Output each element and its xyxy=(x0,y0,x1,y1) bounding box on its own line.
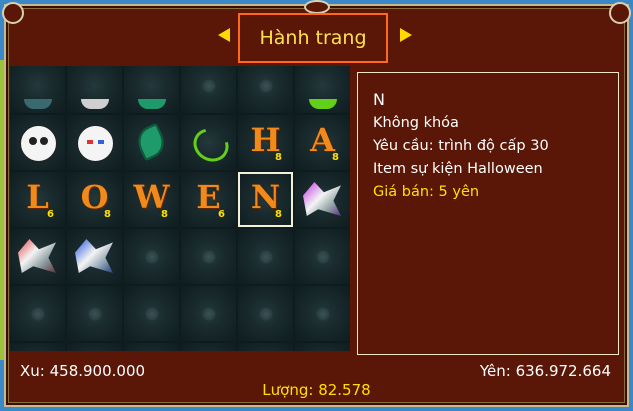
letter-item-icon: L xyxy=(26,178,49,216)
inventory-slot[interactable]: H8 xyxy=(238,115,293,170)
inventory-slot[interactable] xyxy=(295,172,350,227)
inventory-slot[interactable] xyxy=(124,343,179,351)
inventory-slot[interactable] xyxy=(181,66,236,113)
inventory-slot[interactable] xyxy=(238,343,293,351)
empty-slot-ornament-icon xyxy=(258,78,273,93)
yen-balance: Yên: 636.972.664 xyxy=(479,362,611,380)
corner-ornament-icon xyxy=(2,2,24,24)
purple-monster-icon xyxy=(303,182,341,216)
inventory-grid: H8A8L6O8W8E6N8 xyxy=(10,66,350,351)
previous-tab-arrow-icon[interactable] xyxy=(218,28,230,42)
empty-slot-ornament-icon xyxy=(315,249,330,264)
corner-ornament-icon xyxy=(609,2,631,24)
cat-icon-partial xyxy=(81,99,109,109)
inventory-slot[interactable] xyxy=(124,66,179,113)
xu-balance: Xu: 458.900.000 xyxy=(20,362,146,380)
item-quantity: 6 xyxy=(218,209,225,220)
inventory-slot[interactable] xyxy=(295,286,350,341)
empty-slot-ornament-icon xyxy=(201,306,216,321)
empty-slot-ornament-icon xyxy=(144,249,159,264)
letter-item-icon: E xyxy=(196,178,221,216)
window-title: Hành trang xyxy=(238,13,388,63)
green-vine-icon xyxy=(187,122,235,168)
empty-slot-ornament-icon xyxy=(87,306,102,321)
letter-item-icon: O xyxy=(80,178,109,216)
cat-mask-icon xyxy=(77,125,114,162)
inventory-slot[interactable] xyxy=(295,66,350,113)
inventory-slot[interactable]: E6 xyxy=(181,172,236,227)
item-quantity: 6 xyxy=(47,209,54,220)
item-quantity: 8 xyxy=(275,209,282,220)
item-info-panel: N Không khóa Yêu cầu: trình độ cấp 30 It… xyxy=(357,72,619,355)
red-monster-icon xyxy=(18,239,56,273)
empty-slot-ornament-icon xyxy=(258,306,273,321)
inventory-slot[interactable] xyxy=(10,115,65,170)
inventory-slot[interactable] xyxy=(238,286,293,341)
letter-item-icon: H xyxy=(250,121,281,159)
inventory-slot[interactable] xyxy=(10,229,65,284)
inventory-slot[interactable] xyxy=(10,66,65,113)
inventory-slot[interactable] xyxy=(67,66,122,113)
item-price: Giá bán: 5 yên xyxy=(373,184,480,200)
window-title-text: Hành trang xyxy=(259,27,367,49)
inventory-slot[interactable]: A8 xyxy=(295,115,350,170)
skull-mask-icon xyxy=(20,125,57,162)
inventory-slot[interactable] xyxy=(124,229,179,284)
item-quantity: 8 xyxy=(104,209,111,220)
empty-slot-ornament-icon xyxy=(30,306,45,321)
item-requirement: Yêu cầu: trình độ cấp 30 xyxy=(373,138,549,154)
inventory-slot[interactable] xyxy=(10,286,65,341)
vine-icon-partial xyxy=(309,99,337,109)
inventory-slot[interactable] xyxy=(124,115,179,170)
inventory-slot[interactable] xyxy=(181,343,236,351)
inventory-slot-selected[interactable]: N8 xyxy=(238,172,293,227)
letter-item-icon: A xyxy=(310,121,335,159)
inventory-slot[interactable] xyxy=(67,115,122,170)
inventory-slot[interactable] xyxy=(238,66,293,113)
letter-item-icon: N xyxy=(250,178,281,216)
inventory-slot[interactable] xyxy=(67,343,122,351)
inventory-slot[interactable] xyxy=(181,286,236,341)
blue-monster-icon xyxy=(75,239,113,273)
empty-slot-ornament-icon xyxy=(201,78,216,93)
top-ornament-icon xyxy=(304,0,330,14)
empty-slot-ornament-icon xyxy=(144,306,159,321)
item-event: Item sự kiện Halloween xyxy=(373,161,543,177)
item-quantity: 8 xyxy=(275,152,282,163)
empty-slot-ornament-icon xyxy=(201,249,216,264)
inventory-slot[interactable] xyxy=(295,343,350,351)
leaf-icon-partial xyxy=(138,99,166,109)
monster-icon-partial xyxy=(24,99,52,109)
item-quantity: 8 xyxy=(161,209,168,220)
green-leaf-icon xyxy=(132,122,170,162)
empty-slot-ornament-icon xyxy=(258,249,273,264)
luong-balance: Lượng: 82.578 xyxy=(262,381,371,399)
inventory-slot[interactable] xyxy=(10,343,65,351)
item-quantity: 8 xyxy=(332,152,339,163)
inventory-slot[interactable]: O8 xyxy=(67,172,122,227)
item-lock-status: Không khóa xyxy=(373,115,459,131)
letter-item-icon: W xyxy=(133,178,170,216)
next-tab-arrow-icon[interactable] xyxy=(400,28,412,42)
inventory-slot[interactable] xyxy=(67,229,122,284)
inventory-slot[interactable] xyxy=(295,229,350,284)
item-name: N xyxy=(373,90,385,109)
empty-slot-ornament-icon xyxy=(315,306,330,321)
inventory-slot[interactable]: L6 xyxy=(10,172,65,227)
inventory-slot[interactable] xyxy=(124,286,179,341)
inventory-slot[interactable]: W8 xyxy=(124,172,179,227)
inventory-slot[interactable] xyxy=(238,229,293,284)
inventory-slot[interactable] xyxy=(181,115,236,170)
inventory-slot[interactable] xyxy=(181,229,236,284)
inventory-slot[interactable] xyxy=(67,286,122,341)
